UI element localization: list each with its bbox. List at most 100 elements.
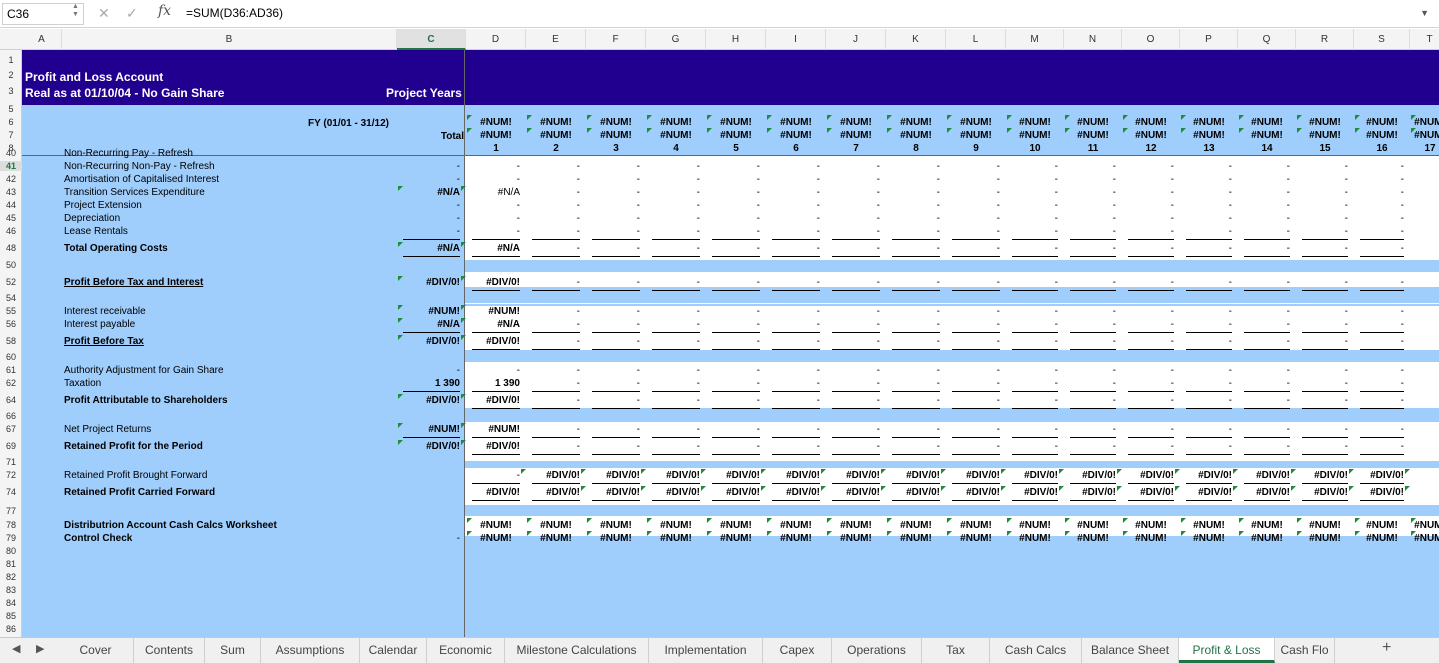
cell-d72[interactable]: - bbox=[466, 470, 520, 481]
sheet-tab[interactable]: Cash Flo bbox=[1275, 638, 1335, 663]
cell-e72[interactable]: #DIV/0! bbox=[526, 470, 580, 481]
cell-m45[interactable]: - bbox=[1006, 213, 1058, 224]
cell-l74[interactable]: #DIV/0! bbox=[946, 487, 1000, 498]
cell-c79[interactable]: - bbox=[397, 533, 460, 544]
cell-d55[interactable]: #NUM! bbox=[466, 306, 520, 317]
cell-m46[interactable]: - bbox=[1006, 226, 1058, 237]
cell-i67[interactable]: - bbox=[766, 424, 820, 435]
cell-f64[interactable]: - bbox=[586, 395, 640, 406]
column-header-b[interactable]: B bbox=[62, 29, 397, 50]
cell-f58[interactable]: - bbox=[586, 336, 640, 347]
function-icon[interactable]: fx bbox=[158, 3, 171, 19]
column-header-a[interactable]: A bbox=[22, 29, 62, 50]
cell-f42[interactable]: - bbox=[586, 174, 640, 185]
cell-s42[interactable]: - bbox=[1354, 174, 1404, 185]
column-header-j[interactable]: J bbox=[826, 29, 886, 50]
cell-j48[interactable]: - bbox=[826, 243, 880, 254]
cell-m79[interactable]: #NUM! bbox=[1006, 533, 1064, 544]
sheet-tab[interactable]: Profit & Loss bbox=[1179, 638, 1275, 663]
cell-h69[interactable]: - bbox=[706, 441, 760, 452]
column-header-o[interactable]: O bbox=[1122, 29, 1180, 50]
cell-j55[interactable]: - bbox=[826, 306, 880, 317]
cell-i41[interactable]: - bbox=[766, 161, 820, 172]
cell-f52[interactable]: - bbox=[586, 277, 640, 288]
cell-k56[interactable]: - bbox=[886, 319, 940, 330]
cell-p62[interactable]: - bbox=[1180, 378, 1232, 389]
cell-g52[interactable]: - bbox=[646, 277, 700, 288]
cell-h41[interactable]: - bbox=[706, 161, 760, 172]
cell-d48[interactable]: #N/A bbox=[466, 243, 520, 254]
cell-i78[interactable]: #NUM! bbox=[766, 520, 826, 531]
cell-h52[interactable]: - bbox=[706, 277, 760, 288]
row-header-62[interactable]: 62 bbox=[0, 378, 22, 388]
cell-s41[interactable]: - bbox=[1354, 161, 1404, 172]
row-header-56[interactable]: 56 bbox=[0, 319, 22, 329]
cell-d45[interactable]: - bbox=[466, 213, 520, 224]
cell-o42[interactable]: - bbox=[1122, 174, 1174, 185]
row-header-78[interactable]: 78 bbox=[0, 520, 22, 530]
cell-e52[interactable]: - bbox=[526, 277, 580, 288]
row-header-42[interactable]: 42 bbox=[0, 174, 22, 184]
cell-o58[interactable]: - bbox=[1122, 336, 1174, 347]
cell-k41[interactable]: - bbox=[886, 161, 940, 172]
cell-f46[interactable]: - bbox=[586, 226, 640, 237]
cell-r52[interactable]: - bbox=[1296, 277, 1348, 288]
cell-j67[interactable]: - bbox=[826, 424, 880, 435]
cell-f78[interactable]: #NUM! bbox=[586, 520, 646, 531]
cell-c44[interactable]: - bbox=[397, 200, 460, 211]
cell-e44[interactable]: - bbox=[526, 200, 580, 211]
cell-k42[interactable]: - bbox=[886, 174, 940, 185]
sheet-tab[interactable]: Balance Sheet bbox=[1082, 638, 1179, 663]
cell-f41[interactable]: - bbox=[586, 161, 640, 172]
cell-l58[interactable]: - bbox=[946, 336, 1000, 347]
cell-k74[interactable]: #DIV/0! bbox=[886, 487, 940, 498]
cell-e42[interactable]: - bbox=[526, 174, 580, 185]
row-header-44[interactable]: 44 bbox=[0, 200, 22, 210]
cell-g56[interactable]: - bbox=[646, 319, 700, 330]
cell-n41[interactable]: - bbox=[1064, 161, 1116, 172]
cell-e56[interactable]: - bbox=[526, 319, 580, 330]
cell-m67[interactable]: - bbox=[1006, 424, 1058, 435]
cell-n55[interactable]: - bbox=[1064, 306, 1116, 317]
cell-o69[interactable]: - bbox=[1122, 441, 1174, 452]
row-header-85[interactable]: 85 bbox=[0, 611, 22, 621]
cell-o48[interactable]: - bbox=[1122, 243, 1174, 254]
cell-n67[interactable]: - bbox=[1064, 424, 1116, 435]
row-header-3[interactable]: 3 bbox=[0, 86, 22, 96]
cell-n42[interactable]: - bbox=[1064, 174, 1116, 185]
row-header-5[interactable]: 5 bbox=[0, 104, 22, 114]
row-header-83[interactable]: 83 bbox=[0, 585, 22, 595]
cell-l43[interactable]: - bbox=[946, 187, 1000, 198]
row-header-74[interactable]: 74 bbox=[0, 487, 22, 497]
cell-r67[interactable]: - bbox=[1296, 424, 1348, 435]
cell-e48[interactable]: - bbox=[526, 243, 580, 254]
cell-h42[interactable]: - bbox=[706, 174, 760, 185]
cell-d41[interactable]: - bbox=[466, 161, 520, 172]
cell-k61[interactable]: - bbox=[886, 365, 940, 376]
cell-f56[interactable]: - bbox=[586, 319, 640, 330]
column-header-r[interactable]: R bbox=[1296, 29, 1354, 50]
name-box-spinner-icon[interactable]: ▲ ▼ bbox=[72, 3, 79, 19]
cell-h56[interactable]: - bbox=[706, 319, 760, 330]
cell-f74[interactable]: #DIV/0! bbox=[586, 487, 640, 498]
cell-q46[interactable]: - bbox=[1238, 226, 1290, 237]
cell-p45[interactable]: - bbox=[1180, 213, 1232, 224]
column-header-k[interactable]: K bbox=[886, 29, 946, 50]
cell-h43[interactable]: - bbox=[706, 187, 760, 198]
cell-s61[interactable]: - bbox=[1354, 365, 1404, 376]
cell-p58[interactable]: - bbox=[1180, 336, 1232, 347]
row-header-6[interactable]: 6 bbox=[0, 117, 22, 127]
cell-f43[interactable]: - bbox=[586, 187, 640, 198]
cell-g42[interactable]: - bbox=[646, 174, 700, 185]
cell-e74[interactable]: #DIV/0! bbox=[526, 487, 580, 498]
cell-j72[interactable]: #DIV/0! bbox=[826, 470, 880, 481]
row-header-81[interactable]: 81 bbox=[0, 559, 22, 569]
cell-e78[interactable]: #NUM! bbox=[526, 520, 586, 531]
row-header-46[interactable]: 46 bbox=[0, 226, 22, 236]
cell-g45[interactable]: - bbox=[646, 213, 700, 224]
cell-l78[interactable]: #NUM! bbox=[946, 520, 1006, 531]
cell-r46[interactable]: - bbox=[1296, 226, 1348, 237]
row-header-1[interactable]: 1 bbox=[0, 55, 22, 65]
cell-q41[interactable]: - bbox=[1238, 161, 1290, 172]
cell-k78[interactable]: #NUM! bbox=[886, 520, 946, 531]
